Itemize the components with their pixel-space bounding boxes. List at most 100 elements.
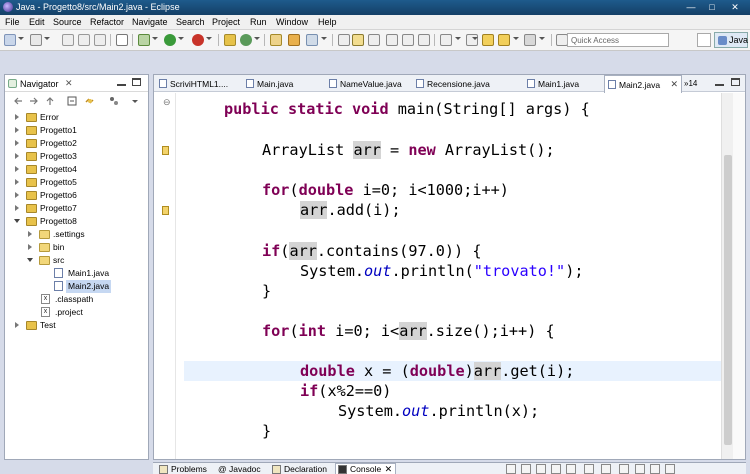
- vertical-scrollbar[interactable]: [721, 93, 733, 459]
- expand-icon[interactable]: [28, 244, 32, 250]
- toggle-comment-icon[interactable]: [418, 34, 430, 46]
- search-dropdown-icon[interactable]: [321, 37, 327, 40]
- tab-namevalue[interactable]: NameValue.java: [326, 75, 412, 92]
- open-console-icon[interactable]: [619, 464, 629, 474]
- up-arrow-icon[interactable]: [45, 96, 55, 106]
- tab-recensione[interactable]: Recensione.java: [413, 75, 513, 92]
- save-dropdown-icon[interactable]: [44, 37, 50, 40]
- block-selection-icon[interactable]: [368, 34, 380, 46]
- minimize-icon[interactable]: [715, 79, 724, 86]
- display-console-icon[interactable]: [601, 464, 611, 474]
- toggle-highlight-icon[interactable]: [352, 34, 364, 46]
- expand-icon[interactable]: [28, 231, 32, 237]
- remove-launch-icon[interactable]: [521, 464, 531, 474]
- new-package-icon[interactable]: [240, 34, 252, 46]
- menu-file[interactable]: File: [5, 17, 20, 27]
- forward-arrow-icon[interactable]: [29, 96, 39, 106]
- print-icon[interactable]: [78, 34, 90, 46]
- minimize-button[interactable]: —: [682, 1, 700, 13]
- previous-annotation-dropdown-icon[interactable]: [472, 37, 478, 40]
- maximize-icon[interactable]: [132, 78, 141, 86]
- navigator-title[interactable]: Navigator: [20, 79, 59, 89]
- expand-icon[interactable]: [15, 205, 19, 211]
- menu-help[interactable]: Help: [318, 17, 337, 27]
- previous-annotation-icon[interactable]: [466, 34, 478, 46]
- debug-icon[interactable]: [138, 34, 150, 46]
- collapse-all-icon[interactable]: [67, 96, 77, 106]
- warning-marker-icon[interactable]: [162, 206, 169, 215]
- back-dropdown-icon[interactable]: [513, 37, 519, 40]
- menu-refactor[interactable]: Refactor: [90, 17, 124, 27]
- menu-window[interactable]: Window: [276, 17, 308, 27]
- collapse-icon[interactable]: [27, 258, 33, 262]
- search-icon[interactable]: [306, 34, 318, 46]
- tab-main1[interactable]: Main1.java: [524, 75, 604, 92]
- tab-declaration[interactable]: Declaration: [272, 464, 327, 474]
- show-whitespace-icon[interactable]: [386, 34, 398, 46]
- next-annotation-icon[interactable]: [440, 34, 452, 46]
- expand-icon[interactable]: [15, 166, 19, 172]
- java-perspective-button[interactable]: Java: [714, 32, 748, 48]
- view-menu-icon[interactable]: [130, 96, 140, 106]
- tab-overflow-button[interactable]: »14: [684, 79, 697, 88]
- new-class-dropdown-icon[interactable]: [254, 37, 260, 40]
- last-edit-location-icon[interactable]: [482, 34, 494, 46]
- save-all-icon[interactable]: [62, 34, 74, 46]
- quick-access-input[interactable]: Quick Access: [567, 33, 669, 47]
- expand-icon[interactable]: [15, 322, 19, 328]
- link-with-editor-icon[interactable]: [85, 96, 95, 106]
- pin-console-icon[interactable]: [584, 464, 594, 474]
- open-task-icon[interactable]: [288, 34, 300, 46]
- minimize-icon[interactable]: [650, 464, 660, 474]
- code-editor[interactable]: ⊖ public static void main(String[] args)…: [154, 93, 745, 459]
- maximize-icon[interactable]: [731, 78, 740, 86]
- menu-run[interactable]: Run: [250, 17, 267, 27]
- external-tools-dropdown-icon[interactable]: [206, 37, 212, 40]
- scrollbar-thumb[interactable]: [724, 155, 732, 445]
- collapse-icon[interactable]: [14, 219, 20, 223]
- menu-navigate[interactable]: Navigate: [132, 17, 168, 27]
- back-icon[interactable]: [498, 34, 510, 46]
- forward-dropdown-icon[interactable]: [539, 37, 545, 40]
- external-tools-icon[interactable]: [192, 34, 204, 46]
- skip-breakpoints-icon[interactable]: [116, 34, 128, 46]
- view-menu-icon[interactable]: [635, 464, 645, 474]
- expand-icon[interactable]: [15, 127, 19, 133]
- expand-icon[interactable]: [15, 114, 19, 120]
- close-window-button[interactable]: ✕: [726, 1, 744, 13]
- new-icon[interactable]: [4, 34, 16, 46]
- overview-ruler[interactable]: [733, 93, 745, 459]
- minimize-icon[interactable]: [117, 79, 126, 86]
- terminate-icon[interactable]: [506, 464, 516, 474]
- expand-icon[interactable]: [15, 153, 19, 159]
- tab-close-button[interactable]: ✕: [670, 79, 678, 90]
- forward-icon[interactable]: [524, 34, 536, 46]
- menu-edit[interactable]: Edit: [29, 17, 45, 27]
- open-perspective-button[interactable]: [697, 33, 711, 47]
- fold-icon[interactable]: ⊖: [163, 97, 171, 108]
- expand-icon[interactable]: [15, 192, 19, 198]
- run-dropdown-icon[interactable]: [178, 37, 184, 40]
- format-icon[interactable]: [402, 34, 414, 46]
- debug-dropdown-icon[interactable]: [152, 37, 158, 40]
- maximize-button[interactable]: □: [703, 1, 721, 13]
- tab-javadoc[interactable]: @ Javadoc: [218, 464, 261, 474]
- clear-console-icon[interactable]: [536, 464, 546, 474]
- new-java-project-icon[interactable]: [224, 34, 236, 46]
- word-wrap-icon[interactable]: [566, 464, 576, 474]
- menu-project[interactable]: Project: [212, 17, 240, 27]
- menu-source[interactable]: Source: [53, 17, 82, 27]
- next-annotation-dropdown-icon[interactable]: [455, 37, 461, 40]
- tab-main[interactable]: Main.java: [243, 75, 323, 92]
- navigator-close-button[interactable]: ✕: [65, 78, 73, 89]
- warning-marker-icon[interactable]: [162, 146, 169, 155]
- open-type-icon[interactable]: [270, 34, 282, 46]
- scroll-lock-icon[interactable]: [551, 464, 561, 474]
- save-icon[interactable]: [30, 34, 42, 46]
- tab-problems[interactable]: Problems: [159, 464, 207, 474]
- copy-icon[interactable]: [94, 34, 106, 46]
- tab-main2[interactable]: Main2.java ✕: [604, 75, 682, 93]
- new-dropdown-icon[interactable]: [18, 37, 24, 40]
- run-icon[interactable]: [164, 34, 176, 46]
- expand-icon[interactable]: [15, 179, 19, 185]
